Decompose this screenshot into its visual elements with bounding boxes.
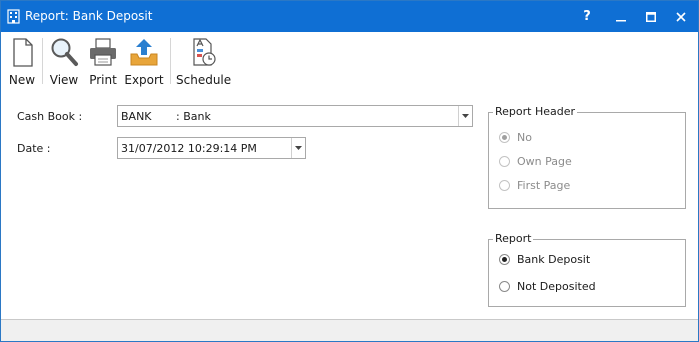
report-header-legend: Report Header (493, 105, 578, 118)
radio-label-first-page: First Page (517, 178, 571, 192)
maximize-icon (646, 11, 656, 22)
minimize-button[interactable] (604, 1, 638, 32)
title-bar[interactable]: Report: Bank Deposit ? (1, 1, 698, 32)
minimize-icon (616, 19, 626, 21)
close-icon (676, 11, 686, 22)
date-value: 31/07/2012 10:29:14 PM (121, 142, 257, 155)
report-header-option-first-page[interactable]: First Page (499, 177, 570, 193)
schedule-icon (193, 38, 216, 66)
report-option-not-deposited[interactable]: Not Deposited (499, 278, 596, 294)
toolbar-separator (42, 38, 43, 84)
export-label: Export (124, 73, 164, 87)
report-group: Report Bank Deposit Not Deposited (488, 232, 686, 307)
radio-own-page[interactable] (499, 155, 510, 167)
export-button[interactable]: Export (123, 32, 165, 91)
report-option-bank-deposit[interactable]: Bank Deposit (499, 251, 590, 267)
view-button[interactable]: View (46, 32, 82, 91)
report-header-option-no[interactable]: No (499, 129, 532, 145)
print-label: Print (89, 73, 117, 87)
maximize-button[interactable] (634, 1, 668, 32)
new-button[interactable]: New (4, 32, 40, 91)
print-button[interactable]: Print (85, 32, 121, 91)
schedule-label: Schedule (176, 73, 232, 87)
new-label: New (8, 73, 36, 87)
report-legend: Report (493, 232, 534, 245)
date-picker[interactable]: 31/07/2012 10:29:14 PM (117, 137, 306, 159)
report-header-group: Report Header No Own Page First Page (488, 105, 686, 209)
radio-bank-deposit[interactable] (499, 253, 510, 265)
date-dropdown-button[interactable] (291, 138, 305, 158)
radio-no[interactable] (499, 131, 510, 143)
building-icon (7, 9, 20, 24)
radio-label-no: No (517, 130, 532, 144)
radio-not-deposited[interactable] (499, 280, 510, 292)
new-document-icon (13, 38, 33, 67)
printer-icon (90, 38, 116, 66)
chevron-down-icon (295, 146, 302, 150)
export-icon (130, 39, 158, 66)
close-button[interactable] (664, 1, 698, 32)
cash-book-select[interactable]: BANK : Bank (117, 105, 473, 127)
radio-label-bank-deposit: Bank Deposit (517, 252, 591, 266)
window-title: Report: Bank Deposit (25, 9, 153, 23)
radio-label-own-page: Own Page (517, 154, 572, 168)
view-label: View (49, 73, 79, 87)
toolbar: New View Print Export Schedule (1, 32, 698, 91)
radio-label-not-deposited: Not Deposited (517, 279, 596, 293)
schedule-button[interactable]: Schedule (176, 32, 232, 91)
cash-book-dropdown-button[interactable] (458, 106, 472, 126)
report-window: Report: Bank Deposit ? New View Print Ex… (0, 0, 699, 342)
chevron-down-icon (462, 114, 469, 118)
radio-first-page[interactable] (499, 179, 510, 191)
report-header-option-own-page[interactable]: Own Page (499, 153, 572, 169)
magnifier-icon (51, 38, 78, 66)
status-bar (1, 319, 698, 341)
date-label: Date : (17, 142, 51, 155)
help-button[interactable]: ? (570, 1, 604, 32)
toolbar-separator (170, 38, 171, 84)
cash-book-label: Cash Book : (17, 110, 83, 123)
cash-book-value: BANK : Bank (121, 110, 211, 123)
